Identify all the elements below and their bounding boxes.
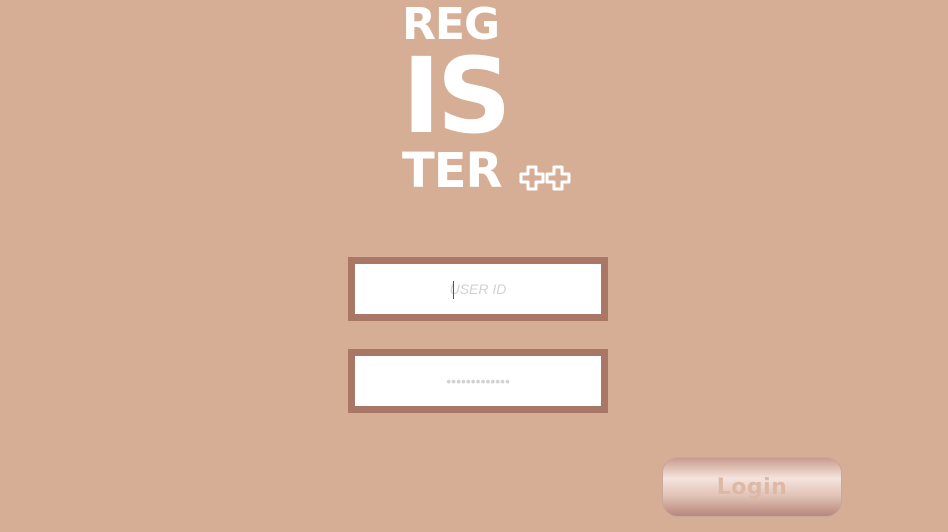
app-logo: REG IS TER bbox=[400, 0, 580, 200]
user-id-field bbox=[348, 257, 608, 321]
password-field bbox=[348, 349, 608, 413]
user-id-input[interactable] bbox=[355, 264, 601, 314]
logo-text-line-3: TER bbox=[402, 143, 502, 199]
text-caret bbox=[453, 281, 454, 299]
plus-icon bbox=[519, 165, 545, 191]
logo-text-line-2: IS bbox=[402, 35, 512, 157]
password-input[interactable] bbox=[355, 356, 601, 406]
login-button[interactable]: Login bbox=[662, 457, 842, 517]
login-button-label: Login bbox=[716, 474, 788, 500]
plus-icon bbox=[545, 165, 571, 191]
